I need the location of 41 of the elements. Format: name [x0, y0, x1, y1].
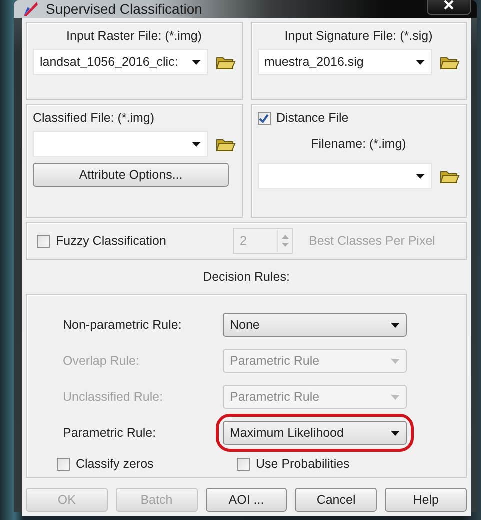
- raster-file-field[interactable]: landsat_1056_2016_clic:: [33, 49, 208, 75]
- section-title: Decision Rules:: [203, 270, 290, 284]
- caret-icon: [416, 174, 425, 178]
- signature-file-field[interactable]: muestra_2016.sig: [258, 49, 432, 75]
- checkbox[interactable]: [258, 112, 270, 124]
- caret-icon: [391, 430, 400, 436]
- rule-dropdown[interactable]: Maximum Likelihood: [223, 421, 407, 445]
- rule-label: Unclassified Rule:: [63, 390, 164, 404]
- close-button[interactable]: [427, 0, 471, 15]
- close-icon: [444, 0, 454, 10]
- classified-file-field[interactable]: [33, 131, 208, 157]
- caret-icon: [391, 322, 400, 328]
- rule-label: Parametric Rule:: [63, 426, 158, 440]
- checkbox-label: Classify zeros: [76, 457, 154, 471]
- rule-label: Non-parametric Rule:: [63, 318, 183, 332]
- caret-icon: [192, 60, 200, 64]
- app-icon: [22, 0, 40, 18]
- window-title: Supervised Classification: [46, 1, 204, 17]
- distance-file-field[interactable]: [258, 163, 432, 189]
- rule-dropdown[interactable]: None: [223, 313, 407, 337]
- caret-icon: [391, 394, 400, 400]
- field-label: Classified File: (*.img): [33, 111, 156, 125]
- field-label: Input Signature File: (*.sig): [284, 29, 433, 43]
- caret-icon: [391, 358, 400, 364]
- dialog-button[interactable]: Help: [385, 488, 467, 512]
- checkbox[interactable]: [57, 458, 70, 470]
- attribute-options-button[interactable]: Attribute Options...: [33, 163, 229, 187]
- caret-icon: [192, 142, 200, 146]
- checkbox[interactable]: [37, 234, 50, 248]
- checkbox-label: Use Probabilities: [256, 457, 350, 471]
- rule-label: Overlap Rule:: [63, 354, 140, 368]
- dialog-button[interactable]: AOI ...: [206, 488, 288, 512]
- caret-icon: [416, 60, 425, 64]
- spin-arrows-icon: [282, 235, 288, 247]
- dialog-button[interactable]: Cancel: [295, 488, 378, 512]
- checkbox-label: Fuzzy Classification: [56, 234, 166, 248]
- field-label: Input Raster File: (*.img): [66, 29, 202, 43]
- field-label: Filename: (*.img): [311, 137, 406, 151]
- checkbox-label: Distance File: [276, 111, 349, 125]
- checkbox[interactable]: [237, 458, 250, 470]
- spin-suffix: Best Classes Per Pixel: [309, 234, 436, 248]
